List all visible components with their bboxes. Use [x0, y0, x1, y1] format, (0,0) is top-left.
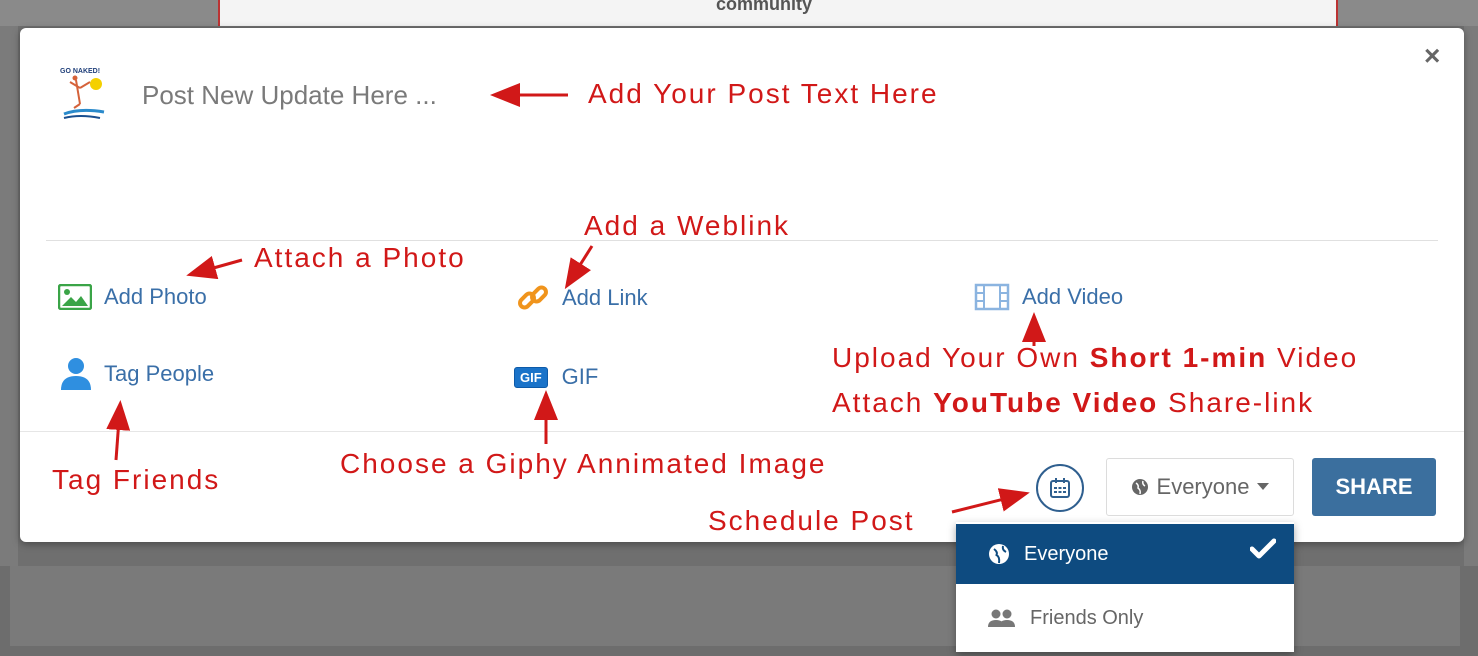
annotation-video-upload: Upload Your Own Short 1-min Video: [832, 342, 1358, 374]
annotation-add-weblink: Add a Weblink: [584, 210, 791, 241]
annotation-tag-friends: Tag Friends: [52, 464, 221, 495]
arrow-schedule: [951, 488, 1030, 514]
annotation-bold-text: Short 1-min: [1089, 342, 1268, 373]
annotation-bold-text: YouTube Video: [933, 387, 1159, 418]
annotation-giphy: Choose a Giphy Annimated Image: [340, 448, 827, 479]
annotation-text: Attach: [832, 387, 934, 418]
arrow-tag-people: [106, 400, 131, 461]
annotation-schedule: Schedule Post: [708, 505, 915, 536]
arrow-attach-photo: [186, 255, 243, 280]
annotation-post-text: Add Your Post Text Here: [588, 78, 939, 109]
arrow-add-link: [564, 245, 594, 290]
annotation-text: Video: [1267, 342, 1359, 373]
annotation-text: Share-link: [1158, 387, 1315, 418]
annotation-attach-photo: Attach a Photo: [254, 242, 466, 273]
annotation-text: Upload Your Own: [832, 342, 1090, 373]
annotation-video-youtube: Attach YouTube Video Share-link: [832, 387, 1314, 419]
